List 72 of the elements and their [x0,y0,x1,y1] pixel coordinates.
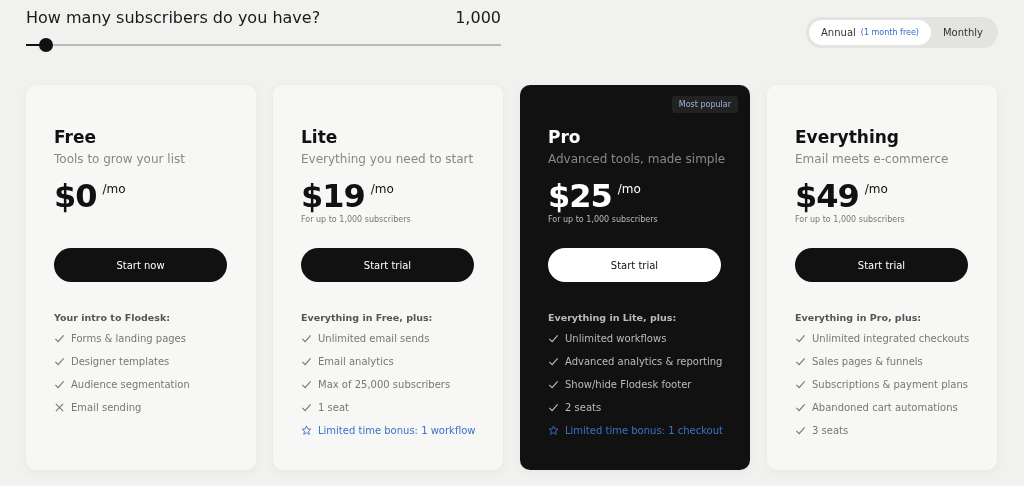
price-period: /mo [370,182,394,196]
subscriber-count: 1,000 [455,8,501,27]
check-icon [301,333,312,344]
feature-text: Limited time bonus: 1 workflow [318,425,476,436]
check-icon [795,356,806,367]
slider-thumb[interactable] [39,38,54,52]
check-icon [54,333,65,344]
check-icon [301,356,312,367]
feature-text: Designer templates [71,356,170,367]
star-icon [548,425,559,436]
plan-price: $25 [548,178,612,214]
check-icon [54,356,65,367]
plan-price: $49 [795,178,859,214]
billing-option[interactable]: Annual (1 month free) [809,20,931,45]
cross-icon [54,402,65,413]
subscriber-limit-note: For up to 1,000 subscribers [301,215,412,226]
check-icon [548,379,559,390]
billing-option[interactable]: Monthly [930,20,995,45]
feature-text: 2 seats [565,402,602,413]
subscriber-limit-note: For up to 1,000 subscribers [548,215,659,226]
feature-text: Subscriptions & payment plans [812,379,969,390]
popular-badge: Most popular [671,96,738,113]
plan-button[interactable]: Start trial [795,248,968,282]
check-icon [795,402,806,413]
check-icon [548,333,559,344]
check-icon [795,425,806,436]
features-heading: Everything in Pro, plus: [795,312,923,323]
plan-name: Everything [795,127,901,147]
feature-text: Abandoned cart automations [812,402,958,413]
feature-text: Unlimited workflows [565,333,667,344]
check-icon [54,379,65,390]
feature-text: Unlimited integrated checkouts [812,333,970,344]
price-period: /mo [617,182,641,196]
plan-name: Pro [548,127,582,147]
price-period: /mo [864,182,888,196]
plan-tagline: Everything you need to start [301,152,475,166]
feature-text: Sales pages & funnels [812,356,923,367]
plan-button[interactable]: Start trial [301,248,474,282]
feature-text: Advanced analytics & reporting [565,356,723,367]
feature-text: 3 seats [812,425,849,436]
check-icon [795,379,806,390]
check-icon [548,356,559,367]
feature-text: 1 seat [318,402,349,413]
check-icon [301,402,312,413]
feature-text: Unlimited email sends [318,333,430,344]
feature-text: Max of 25,000 subscribers [318,379,451,390]
check-icon [548,402,559,413]
plan-price: $0 [54,178,97,214]
subscriber-slider[interactable] [26,38,501,52]
feature-text: Email analytics [318,356,394,367]
plan-button[interactable]: Start now [54,248,227,282]
plan-tagline: Email meets e-commerce [795,152,950,166]
feature-text: Limited time bonus: 1 checkout [565,425,723,436]
plan-button[interactable]: Start trial [548,248,721,282]
feature-text: Email sending [71,402,142,413]
feature-text: Forms & landing pages [71,333,186,344]
plan-name: Free [54,127,97,147]
subscriber-limit-note: For up to 1,000 subscribers [795,215,906,226]
price-period: /mo [102,182,126,196]
star-icon [301,425,312,436]
feature-text: Show/hide Flodesk footer [565,379,692,390]
plan-tagline: Tools to grow your list [54,152,186,166]
feature-text: Audience segmentation [71,379,190,390]
features-heading: Everything in Lite, plus: [548,312,678,323]
plan-tagline: Advanced tools, made simple [548,152,727,166]
subscriber-question: How many subscribers do you have? [26,8,321,27]
check-icon [301,379,312,390]
check-icon [795,333,806,344]
plan-name: Lite [301,127,339,147]
features-heading: Your intro to Flodesk: [54,312,172,323]
features-heading: Everything in Free, plus: [301,312,434,323]
plan-price: $19 [301,178,365,214]
